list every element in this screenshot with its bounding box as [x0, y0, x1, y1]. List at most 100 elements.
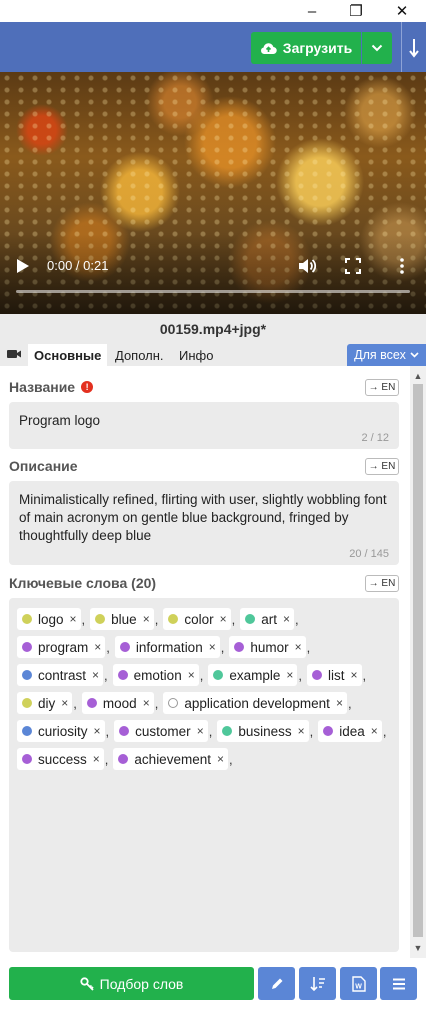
- keyword-chip[interactable]: information ×: [114, 636, 220, 658]
- remove-keyword-icon[interactable]: ×: [143, 612, 150, 626]
- keyword-separator: ,: [306, 639, 311, 655]
- fullscreen-icon[interactable]: [345, 258, 361, 274]
- keywords-section-label: Ключевые слова (20): [9, 575, 156, 591]
- remove-keyword-icon[interactable]: ×: [61, 696, 68, 710]
- top-toolbar: Загрузить: [0, 22, 426, 72]
- remove-keyword-icon[interactable]: ×: [371, 724, 378, 738]
- keyword-chip[interactable]: humor ×: [229, 636, 306, 658]
- keyword-separator: ,: [231, 611, 236, 627]
- volume-icon[interactable]: [297, 256, 317, 276]
- word-document-button[interactable]: W: [340, 967, 377, 1000]
- keyword-chip[interactable]: program ×: [17, 636, 106, 658]
- keyword-chip[interactable]: business ×: [217, 720, 309, 742]
- remove-keyword-icon[interactable]: ×: [94, 724, 101, 738]
- scroll-up-arrow-icon[interactable]: ▲: [412, 370, 424, 382]
- upload-dropdown-button[interactable]: [362, 32, 392, 64]
- for-all-dropdown[interactable]: Для всех: [347, 344, 426, 366]
- keyword-chip[interactable]: emotion ×: [112, 664, 199, 686]
- tab-info[interactable]: Инфо: [173, 344, 219, 366]
- keyword-chip[interactable]: success ×: [17, 748, 104, 770]
- remove-keyword-icon[interactable]: ×: [298, 724, 305, 738]
- keyword-chip[interactable]: idea ×: [318, 720, 382, 742]
- keyword-chip[interactable]: blue ×: [90, 608, 154, 630]
- keyword-chip[interactable]: example ×: [208, 664, 298, 686]
- keyword-chip[interactable]: achievement ×: [113, 748, 228, 770]
- scroll-down-arrow-icon[interactable]: ▼: [412, 942, 424, 954]
- keyword-item: customer ×,: [114, 720, 215, 742]
- video-time: 0:00 / 0:21: [47, 258, 109, 273]
- upload-button[interactable]: Загрузить: [251, 32, 361, 64]
- keyword-item: achievement ×,: [113, 748, 235, 770]
- keyword-chip[interactable]: customer ×: [114, 720, 208, 742]
- keyword-text: color: [184, 611, 214, 627]
- keyword-category-dot-icon: [95, 614, 106, 624]
- more-options-icon[interactable]: [398, 257, 406, 275]
- keyword-category-dot-icon: [168, 614, 179, 624]
- keyword-text: achievement: [134, 751, 211, 767]
- keyword-text: emotion: [133, 667, 182, 683]
- title-field[interactable]: Program logo 2 / 12: [9, 402, 399, 449]
- video-player[interactable]: 0:00 / 0:21: [0, 72, 426, 314]
- menu-button[interactable]: [380, 967, 417, 1000]
- keyword-category-dot-icon: [22, 670, 32, 680]
- keyword-category-dot-icon: [312, 670, 323, 680]
- tab-main[interactable]: Основные: [28, 344, 108, 366]
- keyword-chip[interactable]: mood ×: [81, 692, 154, 714]
- word-document-icon: W: [351, 975, 366, 992]
- warning-icon: !: [81, 381, 94, 393]
- minimize-button[interactable]: –: [292, 0, 332, 22]
- keyword-item: mood ×,: [81, 692, 161, 714]
- keyword-chip[interactable]: diy ×: [17, 692, 73, 714]
- keyword-chip[interactable]: list ×: [307, 664, 362, 686]
- keyword-category-dot-icon: [245, 614, 256, 624]
- play-icon[interactable]: [16, 258, 30, 274]
- keyword-text: art: [261, 611, 278, 627]
- tab-extra[interactable]: Дополн.: [109, 344, 170, 366]
- keyword-separator: ,: [295, 611, 299, 627]
- remove-keyword-icon[interactable]: ×: [197, 724, 204, 738]
- keyword-item: humor ×,: [229, 636, 313, 658]
- keyword-category-dot-icon: [119, 726, 130, 736]
- edit-button[interactable]: [258, 967, 295, 1000]
- remove-keyword-icon[interactable]: ×: [188, 668, 195, 682]
- remove-keyword-icon[interactable]: ×: [70, 612, 77, 626]
- keyword-chip[interactable]: art ×: [240, 608, 295, 630]
- remove-keyword-icon[interactable]: ×: [217, 752, 224, 766]
- remove-keyword-icon[interactable]: ×: [336, 696, 343, 710]
- hamburger-menu-icon: [392, 978, 405, 989]
- keyword-category-dot-icon: [22, 614, 32, 624]
- keyword-text: customer: [135, 723, 191, 739]
- keyword-text: curiosity: [38, 723, 88, 739]
- remove-keyword-icon[interactable]: ×: [220, 612, 227, 626]
- keyword-chip[interactable]: curiosity ×: [17, 720, 105, 742]
- description-field[interactable]: Minimalistically refined, flirting with …: [9, 481, 399, 565]
- keyword-text: diy: [38, 695, 56, 711]
- close-window-button[interactable]: ✕: [382, 0, 422, 22]
- scrollbar-thumb[interactable]: [413, 384, 423, 937]
- remove-keyword-icon[interactable]: ×: [94, 640, 101, 654]
- keyword-chip[interactable]: application development ×: [163, 692, 347, 714]
- keyword-match-button[interactable]: Подбор слов: [9, 967, 254, 1000]
- video-progress-bar[interactable]: [16, 290, 410, 293]
- remove-keyword-icon[interactable]: ×: [92, 668, 99, 682]
- keywords-translate-en-button[interactable]: → EN: [365, 575, 399, 592]
- remove-keyword-icon[interactable]: ×: [143, 696, 150, 710]
- sort-button[interactable]: [299, 967, 336, 1000]
- keywords-field[interactable]: logo ×, blue ×, color ×, art ×, program ×, informa…: [9, 598, 399, 952]
- remove-keyword-icon[interactable]: ×: [283, 612, 290, 626]
- keyword-chip[interactable]: color ×: [163, 608, 231, 630]
- title-translate-en-button[interactable]: → EN: [365, 379, 399, 396]
- pencil-icon: [271, 978, 282, 989]
- remove-keyword-icon[interactable]: ×: [209, 640, 216, 654]
- maximize-button[interactable]: ❐: [336, 0, 376, 22]
- keyword-chip[interactable]: contrast ×: [17, 664, 104, 686]
- remove-keyword-icon[interactable]: ×: [286, 668, 293, 682]
- keyword-item: contrast ×,: [17, 664, 111, 686]
- keyword-chip[interactable]: logo ×: [17, 608, 81, 630]
- remove-keyword-icon[interactable]: ×: [295, 640, 302, 654]
- remove-keyword-icon[interactable]: ×: [351, 668, 358, 682]
- remove-keyword-icon[interactable]: ×: [93, 752, 100, 766]
- download-arrow-icon[interactable]: [404, 34, 424, 62]
- keywords-label: Ключевые слова (20): [9, 575, 157, 591]
- description-translate-en-button[interactable]: → EN: [365, 458, 399, 475]
